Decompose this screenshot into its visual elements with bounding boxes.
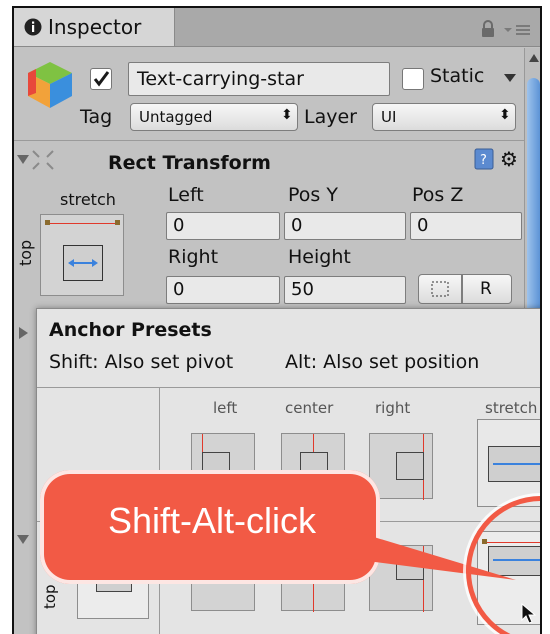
pos-y-field[interactable]: 0 bbox=[284, 212, 406, 240]
foldout-open-icon[interactable] bbox=[16, 152, 30, 166]
foldout-open-icon-lower[interactable] bbox=[16, 532, 30, 546]
header-divider bbox=[14, 140, 524, 141]
object-name-field[interactable]: Text-carrying-star bbox=[128, 62, 390, 96]
callout-text: Shift-Alt-click bbox=[108, 500, 317, 541]
rect-transform-title: Rect Transform bbox=[108, 152, 271, 174]
column-label-right: right bbox=[375, 399, 411, 417]
tab-title: Inspector bbox=[48, 15, 142, 39]
tag-value: Untagged bbox=[139, 108, 213, 126]
anchor-presets-hint-shift: Shift: Also set pivot bbox=[49, 351, 234, 373]
inspector-window: Inspector Text-carrying-star Static Tag … bbox=[12, 6, 542, 634]
scroll-up-icon[interactable] bbox=[527, 52, 541, 64]
rect-transform-icon bbox=[32, 150, 54, 170]
column-label-stretch: stretch bbox=[485, 399, 538, 417]
tag-label: Tag bbox=[80, 106, 113, 128]
height-field[interactable]: 50 bbox=[284, 276, 406, 304]
pos-y-label: Pos Y bbox=[288, 184, 338, 206]
anchor-vertical-label: top bbox=[16, 239, 35, 266]
layer-value: UI bbox=[381, 108, 397, 126]
anchor-handle-left bbox=[45, 220, 50, 225]
r-button-label: R bbox=[480, 279, 492, 299]
anchor-horizontal-label: stretch bbox=[60, 190, 116, 209]
dotted-rect-icon bbox=[431, 281, 449, 297]
preset-box bbox=[488, 446, 540, 482]
popup-divider bbox=[37, 387, 540, 388]
lock-icon[interactable] bbox=[480, 20, 496, 38]
left-field[interactable]: 0 bbox=[166, 212, 280, 240]
right-field[interactable]: 0 bbox=[166, 276, 280, 304]
static-checkbox[interactable] bbox=[402, 68, 424, 90]
callout-bubble: Shift-Alt-click bbox=[40, 470, 380, 584]
height-value: 50 bbox=[291, 279, 314, 300]
right-value: 0 bbox=[173, 279, 185, 300]
layer-dropdown-arrow-icon: ⬍ bbox=[499, 107, 511, 123]
object-name-value: Text-carrying-star bbox=[137, 68, 304, 90]
tag-dropdown[interactable]: Untagged ⬍ bbox=[130, 103, 298, 131]
tab-menu-icon[interactable] bbox=[502, 22, 532, 36]
tag-dropdown-arrow-icon: ⬍ bbox=[281, 107, 293, 123]
component-settings-gear-icon[interactable]: ⚙ bbox=[500, 147, 518, 171]
anchor-presets-title: Anchor Presets bbox=[49, 319, 212, 341]
row-label-top: top bbox=[41, 584, 59, 609]
stretch-line bbox=[493, 463, 540, 465]
checkmark-icon bbox=[93, 71, 110, 87]
gameobject-cube-icon bbox=[28, 62, 72, 108]
layer-label: Layer bbox=[304, 106, 357, 128]
stretch-arrow-icon bbox=[68, 259, 98, 267]
preset-middle-right[interactable] bbox=[369, 433, 433, 500]
right-label: Right bbox=[168, 246, 219, 268]
pos-y-value: 0 bbox=[291, 215, 303, 236]
column-label-left: left bbox=[213, 399, 238, 417]
anchor-handle-right bbox=[115, 220, 120, 225]
anchor-presets-hint-alt: Alt: Also set position bbox=[285, 351, 480, 373]
anchor-top-line bbox=[47, 223, 117, 224]
left-value: 0 bbox=[173, 215, 185, 236]
left-label: Left bbox=[168, 184, 204, 206]
preset-middle-stretch[interactable] bbox=[477, 419, 540, 507]
foldout-closed-icon[interactable] bbox=[16, 326, 30, 340]
layer-dropdown[interactable]: UI ⬍ bbox=[372, 103, 516, 131]
help-book-icon[interactable]: ? bbox=[474, 148, 494, 170]
raw-edit-button[interactable]: R bbox=[462, 274, 512, 304]
static-dropdown-icon[interactable] bbox=[502, 72, 518, 84]
svg-text:?: ? bbox=[480, 153, 487, 168]
pos-z-label: Pos Z bbox=[412, 184, 464, 206]
height-label: Height bbox=[288, 246, 351, 268]
preset-box bbox=[396, 452, 424, 480]
static-label: Static bbox=[430, 65, 485, 87]
anchor-preset-inner-box bbox=[63, 245, 103, 281]
blueprint-mode-button[interactable] bbox=[418, 274, 462, 304]
tab-inspector[interactable]: Inspector bbox=[14, 8, 175, 46]
anchor-preset-button[interactable] bbox=[40, 214, 124, 296]
active-checkbox[interactable] bbox=[90, 68, 112, 90]
info-icon bbox=[24, 18, 42, 36]
pos-z-value: 0 bbox=[417, 215, 429, 236]
pos-z-field[interactable]: 0 bbox=[410, 212, 522, 240]
column-label-center: center bbox=[285, 399, 334, 417]
mouse-cursor-icon bbox=[521, 602, 537, 624]
